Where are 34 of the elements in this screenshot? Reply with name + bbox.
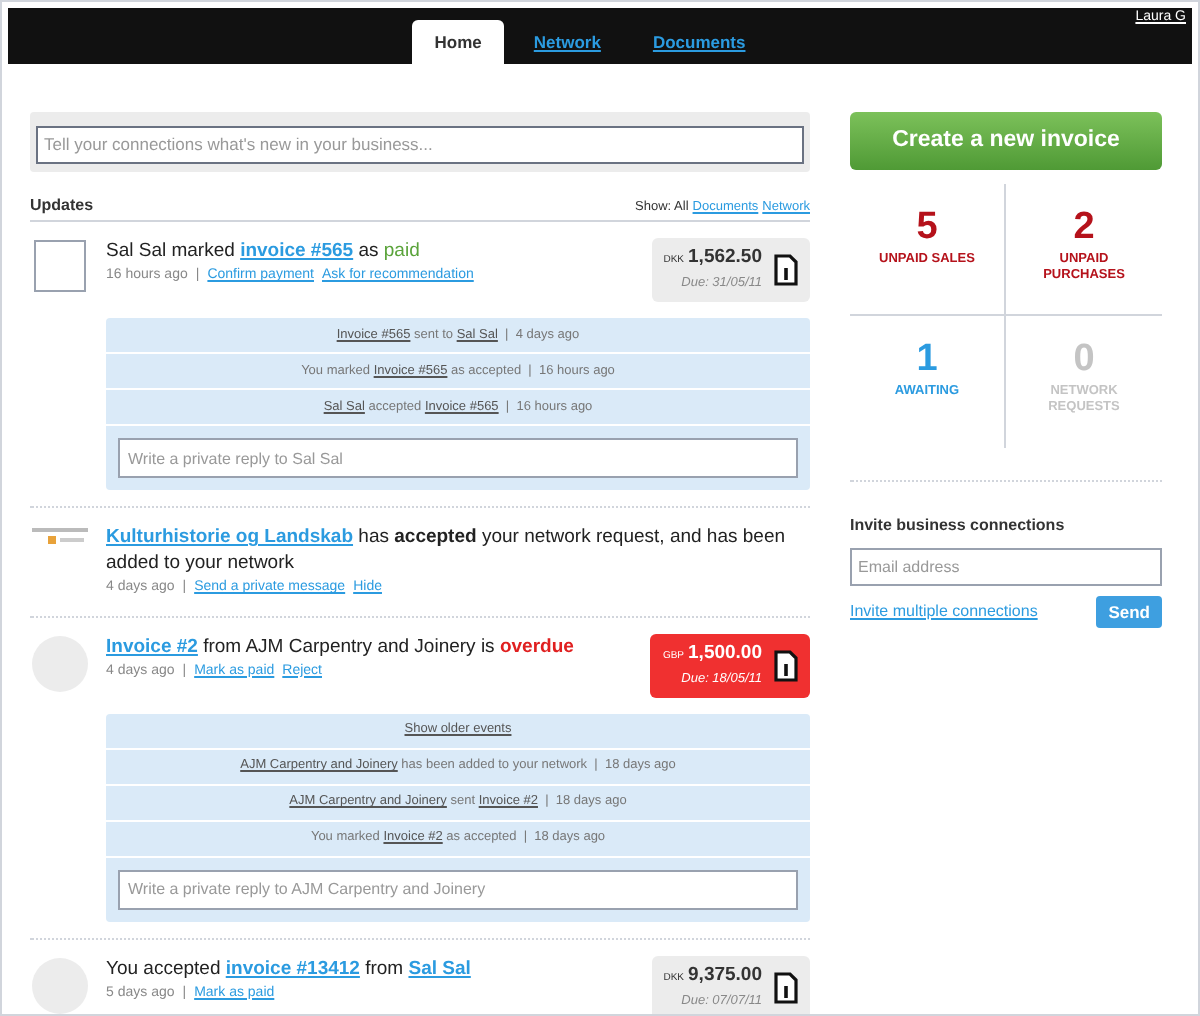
- headline-link[interactable]: Invoice #2: [106, 635, 198, 657]
- email-field[interactable]: Email address: [850, 548, 1162, 586]
- reply-field[interactable]: Write a private reply to Sal Sal: [118, 438, 798, 478]
- create-invoice-button[interactable]: Create a new invoice: [850, 112, 1162, 170]
- amount-value: 1,562.50: [688, 246, 762, 268]
- update-headline: Invoice #2 from AJM Carpentry and Joinery is overdue: [106, 633, 574, 659]
- company-logo: [32, 526, 88, 550]
- stat-value: 1: [916, 340, 938, 380]
- send-button[interactable]: Send: [1096, 596, 1162, 628]
- status-field[interactable]: Tell your connections what's new in your business...: [36, 125, 804, 163]
- headline-link[interactable]: invoice #565: [240, 240, 354, 262]
- update-headline: You accepted invoice #13412 from Sal Sal: [106, 955, 471, 981]
- headline-link[interactable]: Sal Sal: [408, 957, 471, 979]
- document-icon: [774, 649, 798, 681]
- amount-value: 9,375.00: [688, 963, 762, 985]
- invite-title: Invite business connections: [850, 514, 1067, 538]
- update-headline: Sal Sal marked invoice #565 as paid: [106, 238, 422, 264]
- nav-tab[interactable]: Network: [511, 20, 623, 64]
- amount-value: 1,500.00: [688, 641, 762, 663]
- section-title: Updates: [30, 194, 94, 218]
- document-icon: [774, 971, 798, 1003]
- reply-field[interactable]: Write a private reply to AJM Carpentry and Joinery: [118, 869, 798, 909]
- invite-link[interactable]: Invite multiple connections: [850, 600, 1038, 624]
- nav-tab[interactable]: Home: [412, 20, 504, 64]
- nav-tab[interactable]: Documents: [630, 20, 768, 64]
- avatar-placeholder: [32, 957, 88, 1013]
- update-headline: Kulturhistorie og Landskab has accepted your network request, and has been added to your network: [106, 524, 788, 576]
- headline-link[interactable]: invoice #13412: [225, 957, 360, 979]
- stat-value: 0: [1073, 340, 1095, 380]
- headline-link[interactable]: Kulturhistorie og Landskab: [106, 526, 354, 548]
- stat-value: 2: [1073, 208, 1095, 248]
- document-icon: [774, 254, 798, 286]
- stat-value: 5: [916, 208, 938, 248]
- avatar-placeholder: [34, 240, 86, 292]
